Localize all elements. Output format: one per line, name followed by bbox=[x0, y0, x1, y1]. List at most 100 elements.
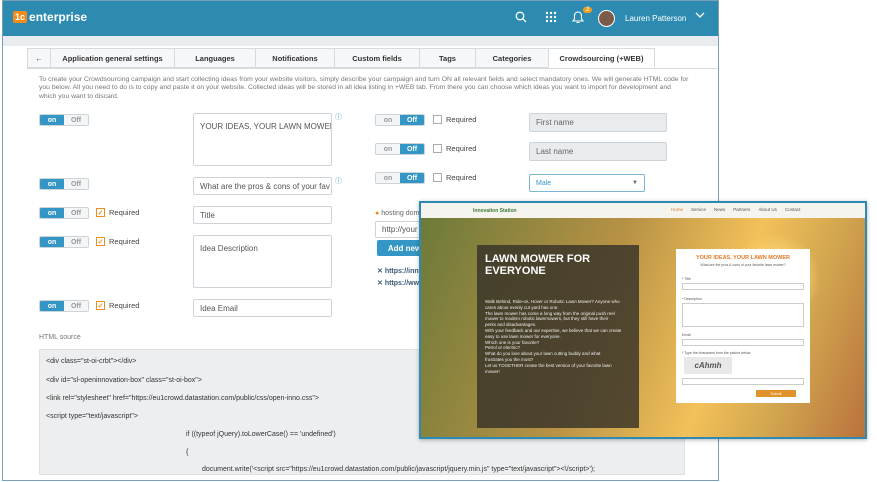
checkbox-icon[interactable] bbox=[433, 173, 442, 182]
toggle-off[interactable]: Off bbox=[64, 208, 88, 218]
toggle-off[interactable]: Off bbox=[64, 301, 88, 311]
last-name-toggle[interactable]: on Off bbox=[375, 143, 425, 155]
first-name-field: First name bbox=[529, 113, 667, 132]
back-arrow-icon[interactable]: ← bbox=[27, 48, 51, 68]
checkbox-checked-icon[interactable]: ✓ bbox=[96, 237, 105, 246]
tab-custom-fields[interactable]: Custom fields bbox=[334, 48, 420, 68]
toggle-on[interactable]: on bbox=[40, 237, 64, 247]
last-name-required[interactable]: Required bbox=[433, 144, 476, 153]
tab-notifications[interactable]: Notifications bbox=[255, 48, 335, 68]
preview-nav-item: Home bbox=[671, 207, 684, 212]
preview-nav-links: Home Service News Partners About Us Cont… bbox=[671, 207, 808, 212]
preview-submit-button: Submit bbox=[756, 390, 796, 397]
tab-divider bbox=[27, 68, 718, 69]
gender-toggle[interactable]: on Off bbox=[375, 172, 425, 184]
idea-email-toggle[interactable]: on Off bbox=[39, 300, 89, 312]
logo-text: enterprise bbox=[29, 10, 88, 24]
required-label: Required bbox=[446, 115, 477, 124]
toggle-on[interactable]: on bbox=[40, 301, 64, 311]
idea-title-input[interactable]: Title bbox=[193, 206, 332, 224]
toggle-off[interactable]: Off bbox=[400, 115, 424, 125]
idea-title-toggle[interactable]: on Off bbox=[39, 207, 89, 219]
tab-crowdsourcing[interactable]: Crowdsourcing (+WEB) bbox=[548, 48, 655, 68]
last-name-field: Last name bbox=[529, 142, 667, 161]
toggle-on[interactable]: on bbox=[40, 115, 64, 125]
required-label: Required bbox=[109, 237, 140, 246]
search-icon[interactable] bbox=[515, 11, 527, 26]
toggle-on[interactable]: on bbox=[376, 144, 400, 154]
checkbox-icon[interactable] bbox=[433, 144, 442, 153]
user-name[interactable]: Lauren Patterson bbox=[625, 14, 686, 23]
idea-email-required[interactable]: ✓ Required bbox=[96, 301, 139, 310]
idea-title-required[interactable]: ✓ Required bbox=[96, 208, 139, 217]
avatar[interactable] bbox=[598, 10, 615, 27]
gender-select-value: Male bbox=[536, 179, 552, 187]
tab-languages[interactable]: Languages bbox=[174, 48, 256, 68]
toggle-on[interactable]: on bbox=[376, 173, 400, 183]
first-name-toggle[interactable]: on Off bbox=[375, 114, 425, 126]
preview-logo: Innovation Station bbox=[473, 207, 517, 214]
gender-required[interactable]: Required bbox=[433, 173, 476, 182]
preview-form-title: YOUR IDEAS, YOUR LAWN MOWER bbox=[695, 255, 790, 261]
app-logo[interactable]: 1c enterprise bbox=[13, 10, 87, 24]
subheader-bar bbox=[3, 36, 718, 46]
apps-grid-icon[interactable] bbox=[545, 11, 557, 26]
campaign-title-textarea[interactable]: YOUR IDEAS, YOUR LAWN MOWER bbox=[193, 113, 332, 166]
tab-categories[interactable]: Categories bbox=[475, 48, 549, 68]
tab-general-settings[interactable]: Application general settings bbox=[50, 48, 175, 68]
checkbox-checked-icon[interactable]: ✓ bbox=[96, 208, 105, 217]
idea-description-textarea[interactable]: Idea Description bbox=[193, 235, 332, 288]
toggle-on[interactable]: on bbox=[40, 179, 64, 189]
settings-tabs: ← Application general settings Languages… bbox=[27, 48, 655, 68]
caret-down-icon: ▼ bbox=[632, 180, 638, 186]
code-line: document.write('<script src="https://eu1… bbox=[202, 466, 595, 473]
idea-description-toggle[interactable]: on Off bbox=[39, 236, 89, 248]
toggle-on[interactable]: on bbox=[40, 208, 64, 218]
preview-form-subtitle: What are the pros & cons of your favorit… bbox=[700, 263, 786, 267]
crowdsourcing-description: To create your Crowdsourcing campaign an… bbox=[39, 76, 689, 100]
remove-icon[interactable]: ✕ bbox=[377, 268, 385, 275]
required-label: Required bbox=[446, 173, 477, 182]
toggle-off[interactable]: Off bbox=[64, 179, 88, 189]
preview-form-label: * Type the characters from the picture b… bbox=[682, 351, 751, 355]
preview-form-label: * Title bbox=[682, 277, 691, 281]
campaign-subtitle-input[interactable]: What are the pros & cons of your fav bbox=[193, 177, 332, 195]
bell-icon[interactable] bbox=[571, 11, 585, 27]
title-toggle[interactable]: on Off bbox=[39, 114, 89, 126]
required-label: Required bbox=[446, 144, 477, 153]
preview-nav-item: Partners bbox=[733, 207, 751, 212]
preview-navbar: Innovation Station Home Service News Par… bbox=[421, 203, 865, 218]
tab-tags[interactable]: Tags bbox=[419, 48, 476, 68]
code-line: <div id="sl-openinnovation-box" class="s… bbox=[46, 377, 202, 384]
remove-icon[interactable]: ✕ bbox=[377, 280, 385, 287]
preview-idea-form: YOUR IDEAS, YOUR LAWN MOWER What are the… bbox=[676, 249, 810, 403]
html-source-label: HTML source bbox=[39, 334, 81, 341]
chevron-down-icon[interactable] bbox=[695, 11, 705, 22]
preview-nav-item: Contact bbox=[784, 207, 801, 212]
logo-badge: 1c bbox=[13, 11, 28, 23]
gender-select[interactable]: Male ▼ bbox=[529, 174, 645, 192]
toggle-off[interactable]: Off bbox=[64, 115, 88, 125]
toggle-on[interactable]: on bbox=[376, 115, 400, 125]
preview-description-input bbox=[682, 303, 804, 327]
checkbox-checked-icon[interactable]: ✓ bbox=[96, 301, 105, 310]
preview-body: Walk Behind, Ride-on, Hover or Robotic L… bbox=[485, 299, 635, 374]
idea-email-input[interactable]: Idea Email bbox=[193, 299, 332, 317]
website-preview: Innovation Station Home Service News Par… bbox=[419, 201, 867, 439]
required-label: Required bbox=[109, 208, 140, 217]
preview-nav-item: News bbox=[714, 207, 726, 212]
toggle-off[interactable]: Off bbox=[64, 237, 88, 247]
first-name-required[interactable]: Required bbox=[433, 115, 476, 124]
subtitle-toggle[interactable]: on Off bbox=[39, 178, 89, 190]
idea-description-required[interactable]: ✓ Required bbox=[96, 237, 139, 246]
hosting-url-item: ✕ https://ww bbox=[377, 279, 419, 287]
info-icon[interactable]: ⓘ bbox=[335, 176, 342, 186]
preview-form-label: Email bbox=[682, 333, 691, 337]
preview-captcha-image: cAhmh bbox=[684, 357, 732, 374]
checkbox-icon[interactable] bbox=[433, 115, 442, 124]
toggle-off[interactable]: Off bbox=[400, 144, 424, 154]
toggle-off[interactable]: Off bbox=[400, 173, 424, 183]
info-icon[interactable]: ⓘ bbox=[335, 112, 342, 122]
preview-title-input bbox=[682, 283, 804, 290]
preview-captcha-input bbox=[682, 378, 804, 385]
